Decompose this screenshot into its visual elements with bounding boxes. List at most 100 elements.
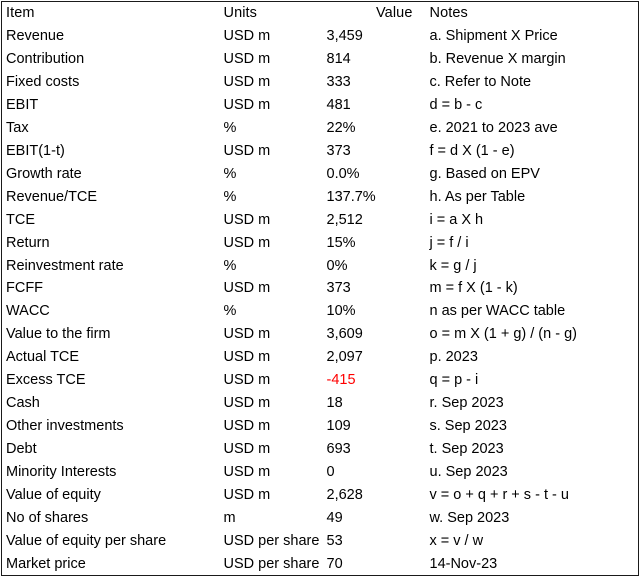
- table-row: Fixed costs USD m 333 c. Refer to Note: [2, 71, 639, 94]
- cell-item: Debt: [6, 441, 37, 458]
- cell-units: USD m: [223, 74, 271, 91]
- table-row: Debt USD m 693 t. Sep 2023: [2, 438, 639, 461]
- table-row: FCFF USD m 373 m = f X (1 - k): [2, 277, 639, 300]
- cell-units: USD m: [223, 418, 271, 435]
- column-header-units: Units: [223, 5, 258, 22]
- cell-value: 53: [326, 532, 343, 549]
- table-row: TCE USD m 2,512 i = a X h: [2, 208, 639, 231]
- cell-notes: g. Based on EPV: [429, 165, 540, 182]
- table-row: EBIT USD m 481 d = b - c: [2, 94, 639, 117]
- table-row: No of shares m 49 w. Sep 2023: [2, 507, 639, 530]
- table-row: WACC% 10% n as per WACC table: [2, 300, 639, 323]
- cell-value: 18: [326, 395, 343, 412]
- cell-value: 373: [326, 142, 351, 159]
- cell-item: FCFF: [6, 280, 44, 297]
- cell-value: 49: [326, 509, 343, 526]
- cell-notes: k = g / j: [429, 257, 477, 274]
- cell-value: 2,628: [326, 486, 363, 503]
- cell-units: USD m: [223, 96, 271, 113]
- cell-units: USD m: [223, 441, 271, 458]
- cell-notes: b. Revenue X margin: [429, 51, 566, 68]
- cell-notes: j = f / i: [429, 234, 469, 251]
- cell-units: USD m: [223, 395, 271, 412]
- table-row: Minority Interests USD m 0 u. Sep 2023: [2, 461, 639, 484]
- table-row: Value to the firm USD m 3,609 o = m X (1 + …: [2, 323, 639, 346]
- cell-units: USD m: [223, 211, 271, 228]
- cell-notes: n as per WACC table: [429, 303, 566, 320]
- table-row: Cash USD m 18 r. Sep 2023: [2, 392, 639, 415]
- cell-value: 15%: [326, 234, 356, 251]
- cell-units: USD m: [223, 51, 271, 68]
- table-row: Reinvestment rate% 0% k = g / j: [2, 254, 639, 277]
- table-row: Revenue USD m 3,459 a. Shipment X Price: [2, 25, 639, 48]
- cell-item: Actual TCE: [6, 349, 80, 366]
- table-row: Tax% 22% e. 2021 to 2023 ave: [2, 117, 639, 140]
- table-row: Revenue/TCE% 137.7% h. As per Table: [2, 186, 639, 209]
- cell-units: USD m: [223, 326, 271, 343]
- column-header-item: Item: [6, 5, 35, 22]
- cell-value: 3,459: [326, 28, 363, 45]
- cell-value: 481: [326, 96, 351, 113]
- cell-units: %: [223, 257, 237, 274]
- cell-item: Minority Interests: [6, 463, 117, 480]
- cell-item: Excess TCE: [6, 372, 86, 389]
- table-header: Item Units Value Notes: [2, 2, 639, 25]
- cell-units: %: [223, 303, 237, 320]
- table-body: Revenue USD m 3,459 a. Shipment X Price Cont…: [2, 25, 639, 576]
- cell-value: 10%: [326, 303, 356, 320]
- cell-units: USD m: [223, 372, 271, 389]
- cell-value: 137.7%: [326, 188, 376, 205]
- cell-item: Growth rate: [6, 165, 82, 182]
- cell-notes: p. 2023: [429, 349, 478, 366]
- cell-notes: c. Refer to Note: [429, 74, 532, 91]
- table-row: Market price USD per share 70 14-Nov-23: [2, 553, 639, 576]
- cell-notes: e. 2021 to 2023 ave: [429, 119, 558, 136]
- cell-item: No of shares: [6, 509, 89, 526]
- cell-value: 2,512: [326, 211, 363, 228]
- cell-item: Tax: [6, 119, 29, 136]
- cell-notes: i = a X h: [429, 211, 484, 228]
- cell-item: Contribution: [6, 51, 85, 68]
- cell-value: 693: [326, 441, 351, 458]
- cell-item: Value to the firm: [6, 326, 111, 343]
- cell-units: USD m: [223, 463, 271, 480]
- table-row: Actual TCE USD m 2,097 p. 2023: [2, 346, 639, 369]
- cell-notes: 14-Nov-23: [429, 555, 498, 572]
- cell-value: 814: [326, 51, 351, 68]
- cell-item: Value of equity per share: [6, 532, 167, 549]
- cell-item: TCE: [6, 211, 35, 228]
- column-header-notes: Notes: [429, 5, 468, 22]
- cell-value: 0.0%: [326, 165, 360, 182]
- cell-notes: h. As per Table: [429, 188, 526, 205]
- cell-units: %: [223, 165, 237, 182]
- cell-units: %: [223, 188, 237, 205]
- cell-item: Revenue/TCE: [6, 188, 98, 205]
- cell-item: EBIT: [6, 96, 39, 113]
- table-row: Contribution USD m 814 b. Revenue X margin: [2, 48, 639, 71]
- cell-units: USD m: [223, 280, 271, 297]
- cell-notes: o = m X (1 + g) / (n - g): [429, 326, 577, 343]
- cell-item: WACC: [6, 303, 50, 320]
- cell-units: USD m: [223, 234, 271, 251]
- cell-units: USD m: [223, 28, 271, 45]
- cell-value: -415: [326, 372, 356, 389]
- table-row: Value of equity USD m 2,628 v = o + q + r +…: [2, 484, 639, 507]
- cell-value: 70: [326, 555, 343, 572]
- cell-notes: u. Sep 2023: [429, 463, 508, 480]
- cell-item: Other investments: [6, 418, 124, 435]
- valuation-table: Item Units Value Notes Revenue USD m 3,459…: [1, 1, 639, 576]
- cell-notes: f = d X (1 - e): [429, 142, 515, 159]
- cell-notes: w. Sep 2023: [429, 509, 510, 526]
- cell-units: USD per share: [223, 555, 320, 572]
- cell-notes: m = f X (1 - k): [429, 280, 518, 297]
- cell-notes: d = b - c: [429, 96, 483, 113]
- cell-value: 109: [326, 418, 351, 435]
- cell-item: Return: [6, 234, 50, 251]
- cell-item: Fixed costs: [6, 74, 80, 91]
- table-row: Value of equity per share USD per share 53…: [2, 530, 639, 553]
- cell-notes: s. Sep 2023: [429, 418, 507, 435]
- cell-value: 333: [326, 74, 351, 91]
- cell-notes: a. Shipment X Price: [429, 28, 558, 45]
- cell-item: Revenue: [6, 28, 65, 45]
- cell-value: 0: [326, 463, 335, 480]
